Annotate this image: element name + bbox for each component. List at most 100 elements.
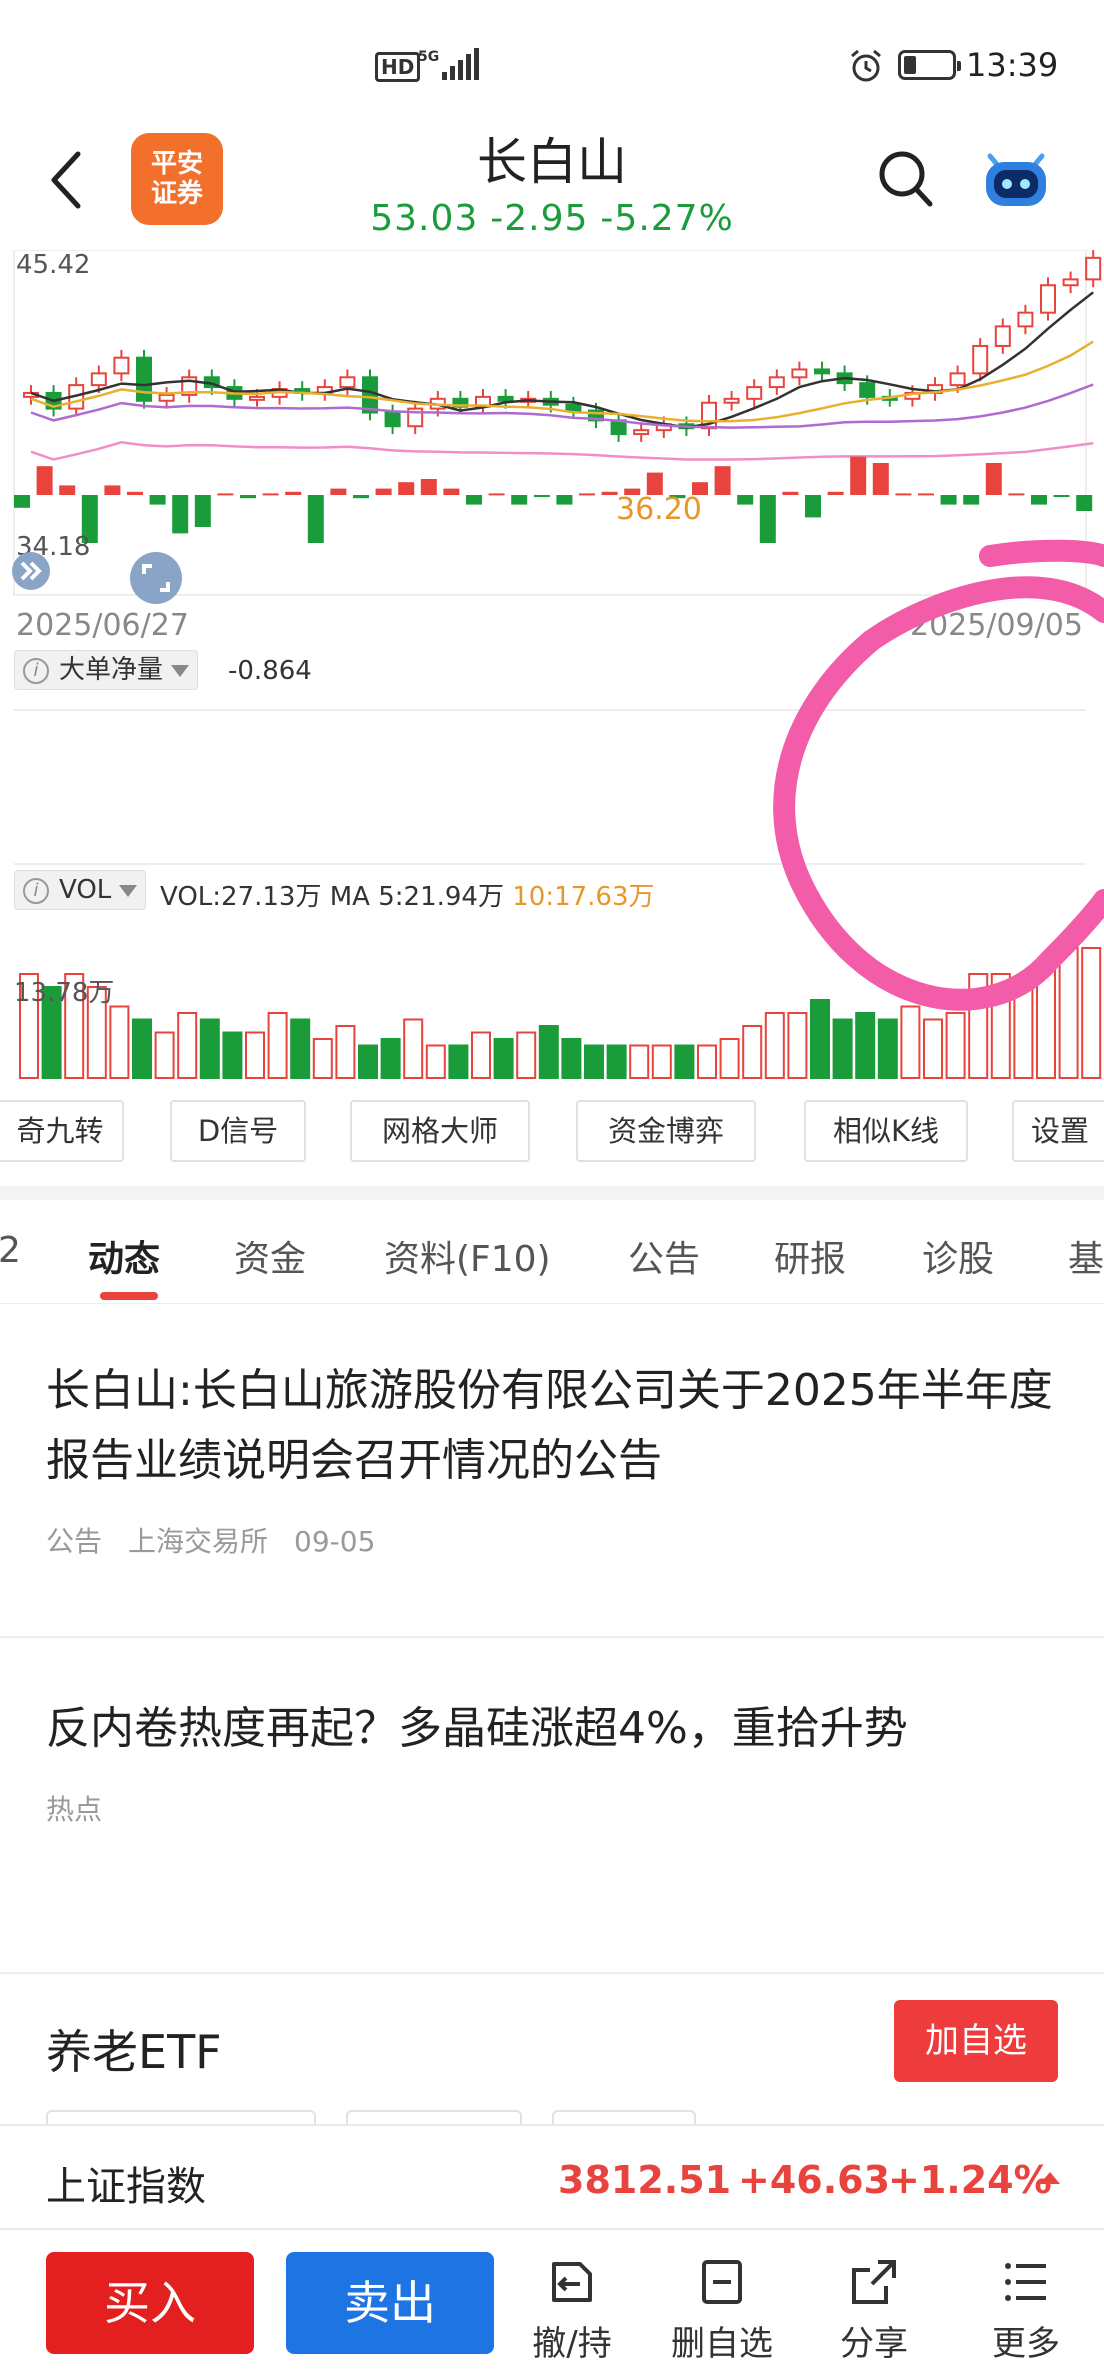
vol-axis-label: 13.78万 (14, 978, 115, 1008)
market-index-bar[interactable]: 上证指数 3812.51 +46.63 +1.24% (0, 2124, 1104, 2230)
tab-funds[interactable]: 资金 (234, 1230, 306, 1282)
stock-chart[interactable]: 45.42 34.18 36.20 2025/06/27 2025/09/05 … (0, 250, 1104, 1090)
expand-sidebar-button[interactable] (12, 552, 50, 590)
more-button[interactable]: 更多 (966, 2256, 1086, 2365)
end-date-label: 2025/09/05 (910, 608, 1083, 643)
tool-grid-master[interactable]: 网格大师 (350, 1100, 530, 1162)
candle-body (768, 376, 785, 389)
ai-assistant-button[interactable] (980, 146, 1052, 212)
big-order-bar (963, 495, 980, 505)
volume-bar (132, 1018, 152, 1079)
big-order-bar (127, 491, 143, 495)
share-button[interactable]: 分享 (814, 2256, 934, 2365)
big-order-bar (918, 493, 934, 496)
stock-name: 长白山 (477, 133, 627, 191)
volume-bar (877, 1018, 898, 1079)
double-chevron-right-icon (20, 561, 42, 581)
volume-bar (1013, 979, 1034, 1079)
index-value: 3812.51 (558, 2158, 732, 2202)
ma60-line (30, 441, 1094, 461)
news-tag: 公告 (46, 1525, 103, 1558)
big-order-bar (782, 491, 799, 495)
volume-bar (222, 1031, 243, 1079)
vol-indicator-selector[interactable]: i VOL (14, 870, 147, 910)
big-order-bar (533, 495, 550, 497)
remove-watchlist-button[interactable]: 删自选 (662, 2256, 782, 2365)
volume-bar (290, 1018, 311, 1079)
big-order-bar (36, 466, 53, 495)
dropdown-triangle-icon (171, 664, 190, 677)
tool-similar-kline[interactable]: 相似K线 (804, 1100, 968, 1162)
battery-icon (898, 50, 961, 80)
big-order-bar (985, 463, 1002, 495)
big-order-bar (850, 456, 867, 495)
candle-body (746, 386, 763, 400)
tab-research[interactable]: 研报 (774, 1230, 846, 1282)
vol-current: VOL:27.13万 (160, 882, 322, 912)
volume-bar (471, 1031, 491, 1079)
clock: 13:39 (966, 46, 1059, 84)
add-watchlist-button[interactable]: 加自选 (894, 2000, 1058, 2082)
volume-bar (177, 1012, 198, 1079)
big-order-bar (375, 488, 392, 495)
candle-body (497, 395, 514, 402)
big-order-bar (240, 495, 256, 499)
big-order-bar (1008, 493, 1025, 496)
candle-body (859, 382, 876, 398)
volume-bar (945, 1012, 966, 1079)
news-source: 上海交易所 (128, 1525, 269, 1558)
volume-bar (719, 1038, 740, 1079)
big-order-bar (330, 488, 347, 495)
volume-bar (538, 1025, 559, 1079)
big-order-bar (285, 491, 302, 495)
volume-bar (855, 1012, 876, 1079)
chart-tools-row: 奇九转 D信号 网格大师 资金博弈 相似K线 设置 (0, 1100, 1104, 1166)
trade-action-bar: 买入 卖出 撤/持 删自选 分享 更多 (0, 2232, 1104, 2376)
tab-more-partial[interactable]: 基 (1068, 1230, 1104, 1282)
divider (0, 1636, 1104, 1638)
big-order-bar (398, 482, 415, 495)
tab-dynamics[interactable]: 动态 (88, 1230, 160, 1282)
sell-button[interactable]: 卖出 (286, 2252, 494, 2354)
news-item[interactable]: 长白山:长白山旅游股份有限公司关于2025年半年度报告业绩说明会召开情况的公告 … (46, 1356, 1056, 1560)
index-change: +46.63 (738, 2158, 891, 2202)
more-menu-icon (1005, 2263, 1046, 2301)
big-order-bar (353, 495, 369, 499)
search-button[interactable] (876, 148, 936, 214)
volume-bar (516, 1031, 537, 1079)
candle-body (1040, 284, 1056, 314)
index-change-pct: +1.24% (888, 2158, 1052, 2202)
news-title: 长白山:长白山旅游股份有限公司关于2025年半年度报告业绩说明会召开情况的公告 (46, 1365, 1053, 1486)
cancel-hold-button[interactable]: 撤/持 (512, 2256, 632, 2365)
tab-announcements[interactable]: 公告 (628, 1230, 700, 1282)
news-item[interactable]: 反内卷热度再起？多晶硅涨超4%，重拾升势 热点 (46, 1694, 1056, 1828)
candle-body (791, 368, 808, 379)
tab-diagnosis[interactable]: 诊股 (922, 1230, 994, 1282)
big-order-indicator-selector[interactable]: i 大单净量 (14, 650, 199, 690)
tool-settings[interactable]: 设置 (1012, 1100, 1104, 1162)
volume-bar (1036, 960, 1056, 1079)
volume-bar (380, 1038, 401, 1079)
tab-f10[interactable]: 资料(F10) (384, 1230, 551, 1282)
tool-d-signal[interactable]: D信号 (170, 1100, 306, 1162)
volume-bar (990, 973, 1011, 1079)
tool-qijiuzhuan[interactable]: 奇九转 (0, 1100, 124, 1162)
volume-bar (584, 1044, 604, 1079)
big-order-bar (737, 495, 754, 505)
big-order-bar (14, 495, 30, 508)
tab-partial[interactable]: 2 (0, 1230, 21, 1271)
buy-button[interactable]: 买入 (46, 2252, 254, 2354)
volume-bar (358, 1044, 378, 1079)
volume-bar (335, 1025, 356, 1079)
etf-title: 养老ETF (46, 2025, 222, 2079)
fullscreen-icon (142, 564, 170, 592)
candle-body (1085, 256, 1102, 281)
big-order-bar (488, 493, 505, 496)
big-order-label: 大单净量 (59, 655, 164, 685)
tool-fund-game[interactable]: 资金博弈 (576, 1100, 756, 1162)
big-order-bar (511, 495, 528, 505)
volume-bar (968, 973, 989, 1079)
fullscreen-button[interactable] (130, 552, 182, 604)
news-title: 反内卷热度再起？多晶硅涨超4%，重拾升势 (46, 1703, 908, 1754)
candle-body (565, 403, 582, 412)
